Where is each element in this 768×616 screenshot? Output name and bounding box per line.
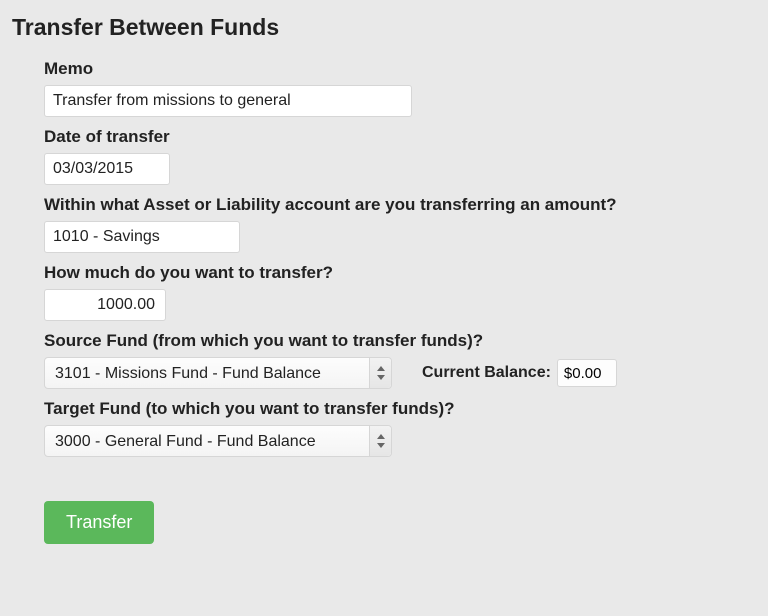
target-fund-select-wrap: 3000 - General Fund - Fund Balance: [44, 425, 392, 457]
transfer-form: Memo Date of transfer Within what Asset …: [12, 59, 756, 544]
amount-group: How much do you want to transfer?: [44, 263, 756, 321]
target-fund-label: Target Fund (to which you want to transf…: [44, 399, 756, 419]
target-fund-select[interactable]: 3000 - General Fund - Fund Balance: [45, 426, 391, 456]
source-fund-group: Source Fund (from which you want to tran…: [44, 331, 756, 389]
current-balance-label: Current Balance:: [422, 364, 551, 382]
page-title: Transfer Between Funds: [12, 14, 756, 41]
source-fund-select-wrap: 3101 - Missions Fund - Fund Balance: [44, 357, 392, 389]
current-balance-value: [557, 359, 617, 387]
source-fund-label: Source Fund (from which you want to tran…: [44, 331, 756, 351]
memo-group: Memo: [44, 59, 756, 117]
date-group: Date of transfer: [44, 127, 756, 185]
source-fund-select[interactable]: 3101 - Missions Fund - Fund Balance: [45, 358, 391, 388]
memo-input[interactable]: [44, 85, 412, 117]
memo-label: Memo: [44, 59, 756, 79]
account-label: Within what Asset or Liability account a…: [44, 195, 756, 215]
account-input[interactable]: [44, 221, 240, 253]
account-group: Within what Asset or Liability account a…: [44, 195, 756, 253]
current-balance-block: Current Balance:: [422, 359, 617, 387]
target-fund-group: Target Fund (to which you want to transf…: [44, 399, 756, 457]
amount-label: How much do you want to transfer?: [44, 263, 756, 283]
date-input[interactable]: [44, 153, 170, 185]
transfer-between-funds-page: Transfer Between Funds Memo Date of tran…: [0, 0, 768, 616]
amount-input[interactable]: [44, 289, 166, 321]
source-fund-row: 3101 - Missions Fund - Fund Balance Curr…: [44, 357, 756, 389]
transfer-button[interactable]: Transfer: [44, 501, 154, 544]
date-label: Date of transfer: [44, 127, 756, 147]
